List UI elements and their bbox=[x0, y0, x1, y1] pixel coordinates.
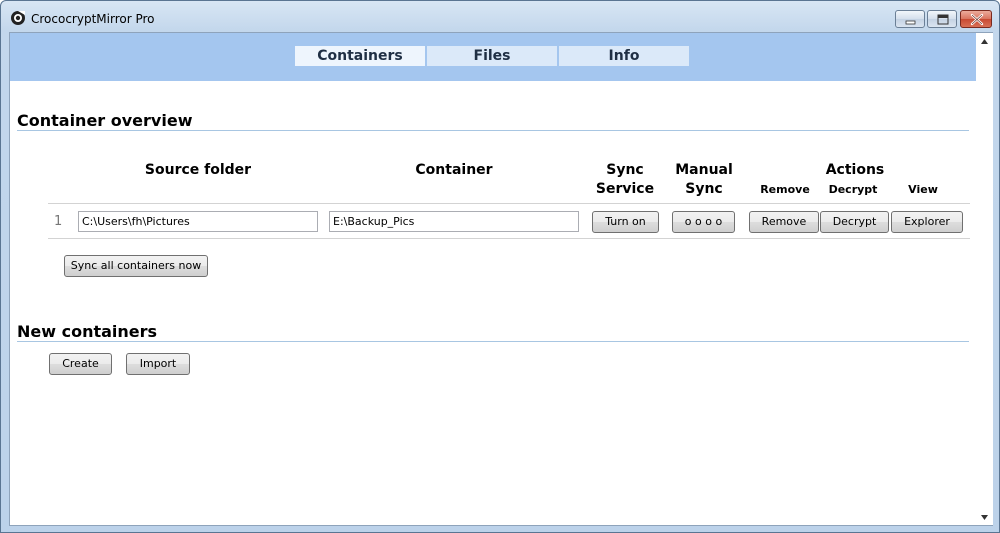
remove-subheader: Remove bbox=[760, 183, 810, 196]
tab-files[interactable]: Files bbox=[427, 46, 557, 66]
vertical-scrollbar[interactable] bbox=[976, 33, 993, 525]
window-title: CrococryptMirror Pro bbox=[31, 12, 155, 26]
section-divider bbox=[17, 130, 969, 131]
close-button[interactable] bbox=[960, 10, 992, 28]
sync-service-turn-on-button[interactable]: Turn on bbox=[592, 211, 659, 233]
manual-sync-header-line2: Sync bbox=[685, 181, 723, 197]
container-header: Container bbox=[415, 162, 493, 178]
sync-service-header: Sync Service bbox=[585, 161, 665, 199]
manual-sync-button[interactable]: o o o o bbox=[672, 211, 735, 233]
decrypt-subheader: Decrypt bbox=[828, 183, 878, 196]
source-folder-header: Source folder bbox=[144, 162, 252, 178]
title-bar[interactable]: CrococryptMirror Pro bbox=[1, 1, 999, 33]
scroll-down-arrow-icon[interactable] bbox=[980, 513, 989, 522]
sync-service-header-line1: Sync bbox=[606, 162, 644, 178]
view-subheader: View bbox=[908, 183, 938, 196]
container-path-input[interactable] bbox=[329, 211, 579, 232]
container-overview-title: Container overview bbox=[17, 111, 193, 130]
explorer-button[interactable]: Explorer bbox=[891, 211, 963, 233]
maximize-icon bbox=[937, 14, 949, 25]
table-row-top-border bbox=[48, 203, 970, 204]
new-containers-title: New containers bbox=[17, 322, 158, 341]
tab-containers[interactable]: Containers bbox=[295, 46, 425, 66]
create-button[interactable]: Create bbox=[49, 353, 112, 375]
minimize-icon bbox=[905, 20, 916, 25]
manual-sync-header: Manual Sync bbox=[664, 161, 744, 199]
manual-sync-header-line1: Manual bbox=[675, 162, 733, 178]
app-window: CrococryptMirror Pro Containers Files In… bbox=[0, 0, 1000, 533]
close-icon bbox=[970, 13, 984, 26]
import-button[interactable]: Import bbox=[126, 353, 190, 375]
app-logo-icon bbox=[10, 10, 26, 26]
sync-all-containers-button[interactable]: Sync all containers now bbox=[64, 255, 208, 277]
scroll-up-arrow-icon[interactable] bbox=[980, 37, 989, 46]
row-index: 1 bbox=[54, 214, 63, 229]
source-folder-input[interactable] bbox=[78, 211, 318, 232]
decrypt-button[interactable]: Decrypt bbox=[820, 211, 889, 233]
remove-button[interactable]: Remove bbox=[749, 211, 819, 233]
client-area: Containers Files Info Container overview… bbox=[9, 32, 993, 526]
section-divider bbox=[17, 341, 969, 342]
navigation-header: Containers Files Info bbox=[10, 33, 976, 81]
maximize-button[interactable] bbox=[927, 10, 957, 28]
tab-info[interactable]: Info bbox=[559, 46, 689, 66]
actions-header: Actions bbox=[825, 162, 885, 178]
sync-service-header-line2: Service bbox=[595, 181, 655, 197]
minimize-button[interactable] bbox=[895, 10, 925, 28]
table-row-bottom-border bbox=[48, 238, 970, 239]
